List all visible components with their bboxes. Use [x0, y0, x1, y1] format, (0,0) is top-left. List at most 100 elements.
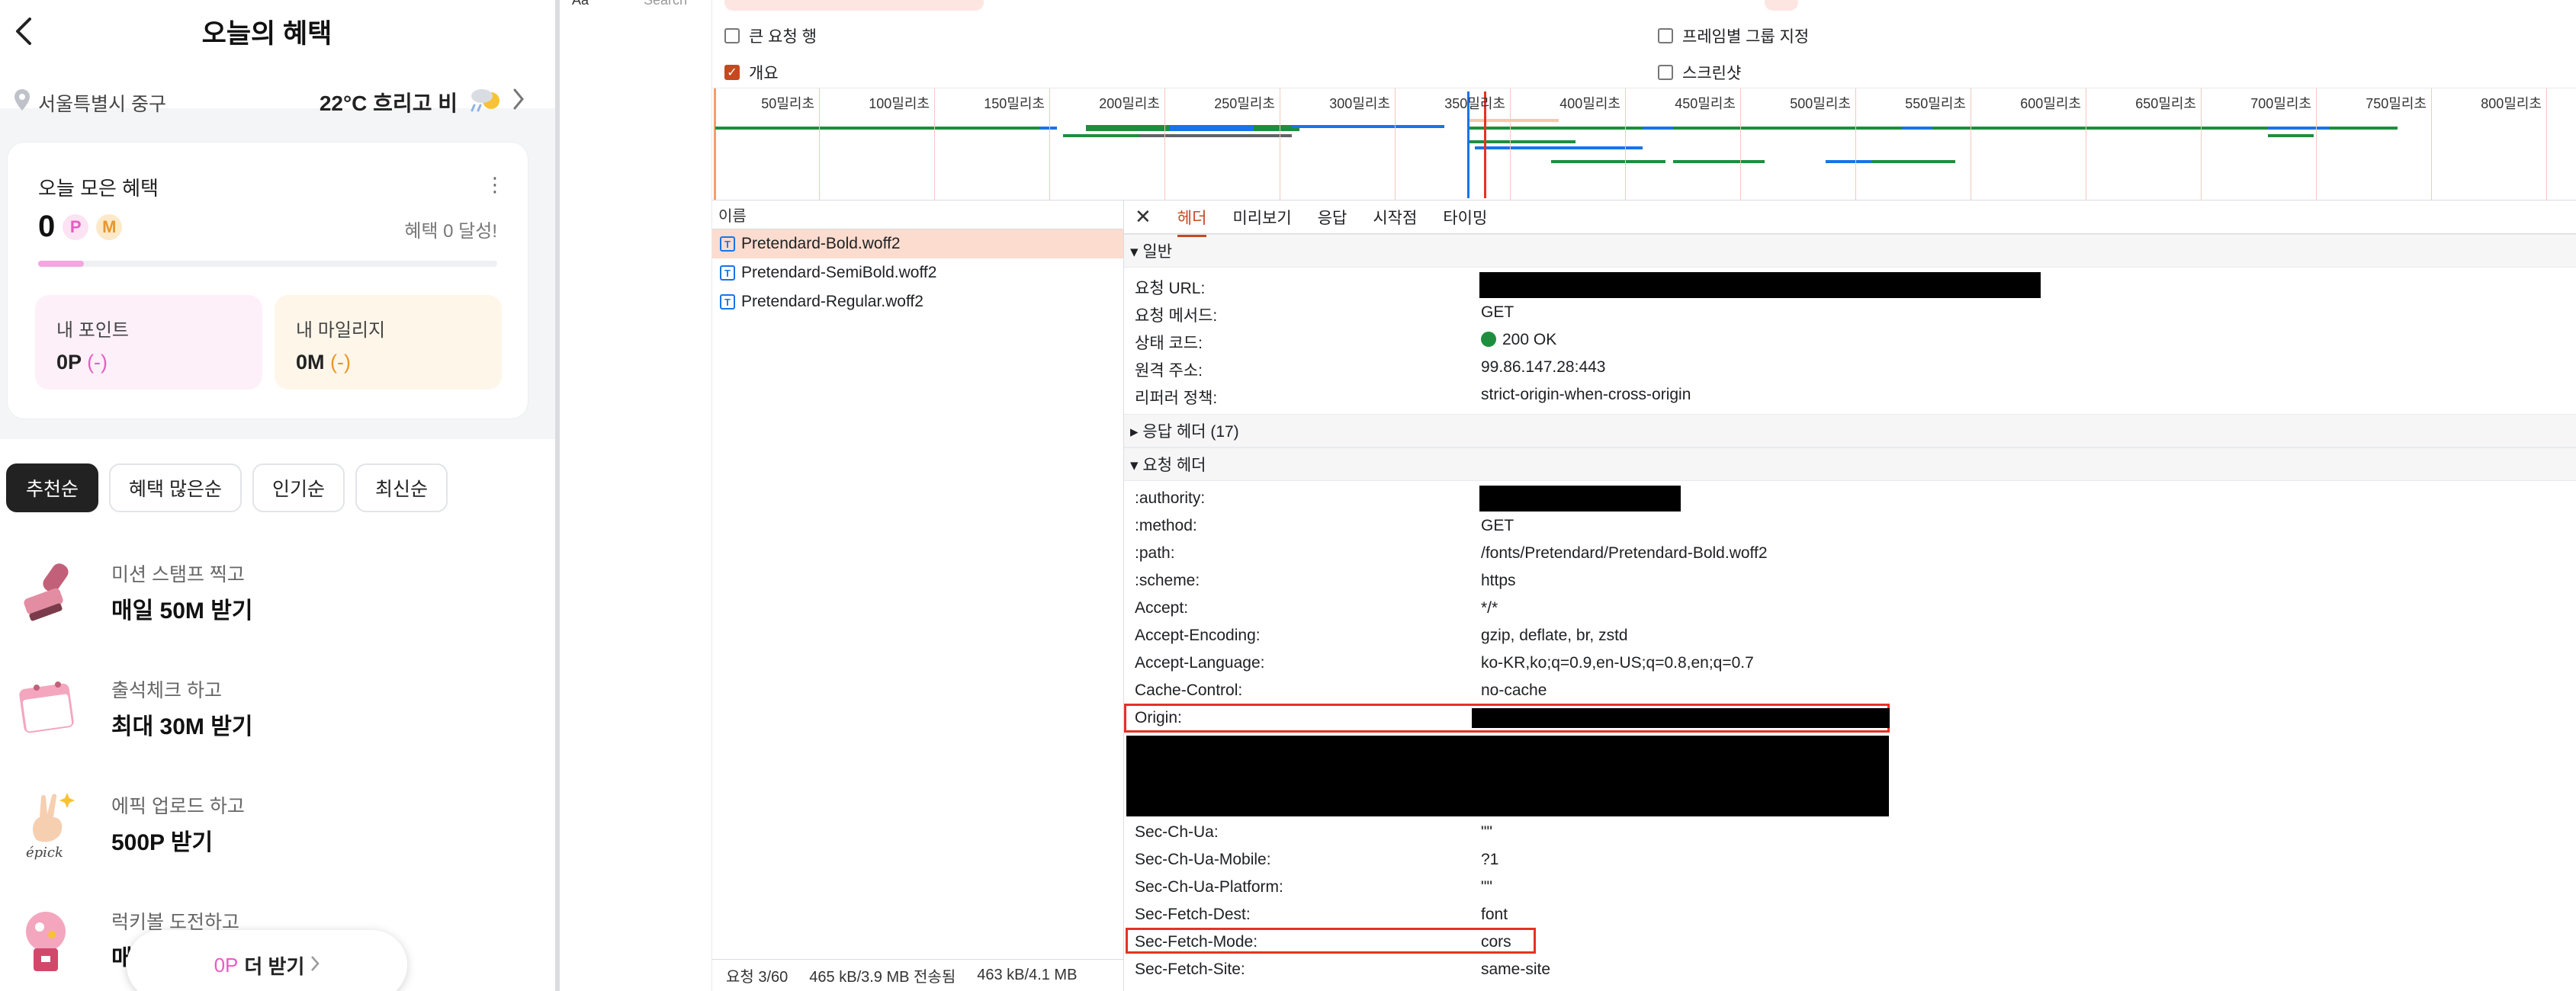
font-filter-active[interactable]: [1765, 0, 1798, 11]
timeline-bar: [1826, 160, 1871, 163]
status-code-cell: 200 OK: [1481, 331, 1556, 349]
tab-initiator[interactable]: 시작점: [1373, 206, 1417, 229]
card-title: 오늘 모은 혜택: [38, 177, 159, 200]
close-icon[interactable]: ✕: [1135, 205, 1151, 229]
header-key: Sec-Ch-Ua-Platform:: [1135, 878, 1283, 896]
header-value: /fonts/Pretendard/Pretendard-Bold.woff2: [1481, 544, 1768, 562]
large-rows-checkbox-row[interactable]: 큰 요청 행: [724, 24, 817, 47]
header-key: Sec-Fetch-Dest:: [1135, 906, 1251, 923]
general-section-header[interactable]: ▾ 일반: [1124, 234, 2576, 268]
tab-response[interactable]: 응답: [1318, 206, 1347, 229]
request-row[interactable]: T Pretendard-Regular.woff2: [712, 287, 1123, 316]
request-row[interactable]: T Pretendard-SemiBold.woff2: [712, 258, 1123, 287]
weather-label: 22°C 흐리고 비: [319, 91, 458, 115]
request-row[interactable]: T Pretendard-Bold.woff2: [712, 229, 1123, 258]
my-mileage-delta: (-): [330, 351, 352, 374]
timeline-bar: [715, 127, 1043, 130]
filter-input[interactable]: [724, 0, 984, 11]
sort-popular[interactable]: 인기순: [252, 463, 345, 512]
timeline-overview[interactable]: 50밀리초 100밀리초 150밀리초 200밀리초 250밀리초 300밀리초 350밀리…: [712, 88, 2576, 200]
timeline-bar: [1551, 160, 1665, 163]
header-row: Sec-Ch-Ua-Platform: "": [1124, 873, 2576, 900]
my-mileage-value-row: 0M (-): [296, 351, 480, 374]
request-detail-pane: ✕ 헤더 미리보기 응답 시작점 타이밍 ▾ 일반 요청 URL: 요청 메서드…: [1124, 200, 2576, 991]
stamp-icon: [14, 555, 87, 628]
today-benefit-card: 오늘 모은 혜택 ⋮ 0 P M 혜택 0 달성! 내 포인트 0P (-) 내…: [8, 143, 528, 419]
header-value: gzip, deflate, br, zstd: [1481, 627, 1628, 644]
get-more-button[interactable]: 0P 더 받기: [127, 930, 407, 991]
screenshots-checkbox[interactable]: [1658, 65, 1673, 80]
my-points-delta: (-): [87, 351, 108, 374]
large-rows-checkbox[interactable]: [724, 28, 740, 43]
timeline-tick: [1740, 88, 1741, 200]
header-row: :authority:: [1124, 484, 2576, 512]
header-row: Sec-Ch-Ua: "": [1124, 818, 2576, 845]
header-key: Sec-Ch-Ua:: [1135, 823, 1219, 841]
mission-item[interactable]: 미션 스탬프 찍고 매일 50M 받기: [14, 549, 532, 640]
status-ok-icon: [1481, 332, 1496, 347]
font-file-icon: T: [720, 236, 735, 252]
timeline-tick-label: 250밀리초: [1214, 96, 1275, 111]
group-by-frame-checkbox-row[interactable]: 프레임별 그룹 지정: [1658, 24, 1809, 47]
sort-latest[interactable]: 최신순: [355, 463, 448, 512]
detail-tabs: ✕ 헤더 미리보기 응답 시작점 타이밍: [1124, 200, 2576, 237]
tab-headers[interactable]: 헤더: [1177, 206, 1207, 237]
request-headers-section-header[interactable]: ▾ 요청 헤더: [1124, 447, 2576, 481]
timeline-start-marker: [714, 88, 716, 200]
group-by-frame-checkbox[interactable]: [1658, 28, 1673, 43]
header-row: Sec-Fetch-Site: same-site: [1124, 955, 2576, 983]
timeline-tick-label: 600밀리초: [2020, 96, 2081, 111]
my-points-box[interactable]: 내 포인트 0P (-): [35, 295, 262, 390]
my-mileage-value: 0M: [296, 351, 325, 374]
more-button-label: 더 받기: [244, 954, 305, 978]
screenshots-checkbox-row[interactable]: 스크린샷: [1658, 61, 1741, 84]
header-row: Sec-Ch-Ua-Mobile: ?1: [1124, 845, 2576, 873]
header-value: ?1: [1481, 851, 1499, 868]
timeline-tick: [2316, 88, 2317, 200]
request-name: Pretendard-Regular.woff2: [741, 293, 923, 310]
header-key: Cache-Control:: [1135, 682, 1243, 699]
sort-tabs: 추천순 혜택 많은순 인기순 최신순: [6, 463, 448, 512]
timeline-tick: [934, 88, 935, 200]
svg-text:épick: épick: [26, 845, 63, 860]
header-key: :scheme:: [1135, 572, 1200, 589]
weather-row[interactable]: 22°C 흐리고 비: [320, 85, 525, 118]
header-row: :path: /fonts/Pretendard/Pretendard-Bold.…: [1124, 539, 2576, 566]
request-name: Pretendard-SemiBold.woff2: [741, 264, 937, 281]
timeline-tick: [2431, 88, 2432, 200]
mission-main: 500P 받기: [111, 830, 214, 855]
sort-most-benefit[interactable]: 혜택 많은순: [109, 463, 242, 512]
more-points-label: 0P: [214, 953, 239, 977]
mission-item[interactable]: épick 에픽 업로드 하고 500P 받기: [14, 781, 532, 872]
tab-timing[interactable]: 타이밍: [1443, 206, 1487, 229]
page-title: 오늘의 혜택: [201, 19, 332, 49]
match-case-toggle[interactable]: Aa: [572, 0, 589, 8]
timeline-tick-label: 800밀리초: [2481, 96, 2542, 111]
search-input[interactable]: Search: [644, 0, 687, 8]
timeline-bar: [1467, 119, 1559, 122]
name-column-header[interactable]: 이름: [712, 200, 1123, 229]
more-vertical-icon[interactable]: ⋮: [485, 173, 505, 197]
overview-checkbox[interactable]: ✓: [724, 65, 740, 80]
response-headers-section-header[interactable]: ▸ 응답 헤더 (17): [1124, 414, 2576, 447]
timeline-bar: [1543, 146, 1643, 149]
request-name: Pretendard-Bold.woff2: [741, 235, 901, 252]
redacted-url: [1479, 272, 2041, 298]
timeline-bar: [1902, 127, 1932, 130]
overview-checkbox-row[interactable]: ✓ 개요: [724, 61, 779, 84]
timeline-tick-label: 300밀리초: [1329, 96, 1390, 111]
header-key: Sec-Fetch-Site:: [1135, 961, 1245, 978]
redacted-headers-block: [1126, 736, 1889, 816]
tab-preview[interactable]: 미리보기: [1232, 206, 1291, 229]
epick-hand-icon: épick: [14, 787, 87, 861]
header-value: cors: [1481, 933, 1511, 951]
header-row: 요청 메서드: GET: [1124, 298, 2576, 326]
redacted-origin: [1472, 708, 1890, 728]
sort-recommended[interactable]: 추천순: [6, 463, 99, 512]
gumball-icon: [14, 903, 87, 976]
my-mileage-box[interactable]: 내 마일리지 0M (-): [275, 295, 502, 390]
timeline-tick: [1395, 88, 1396, 200]
timeline-tick-label: 650밀리초: [2135, 96, 2196, 111]
mission-item[interactable]: 출석체크 하고 최대 30M 받기: [14, 665, 532, 756]
header-value: font: [1481, 906, 1508, 923]
